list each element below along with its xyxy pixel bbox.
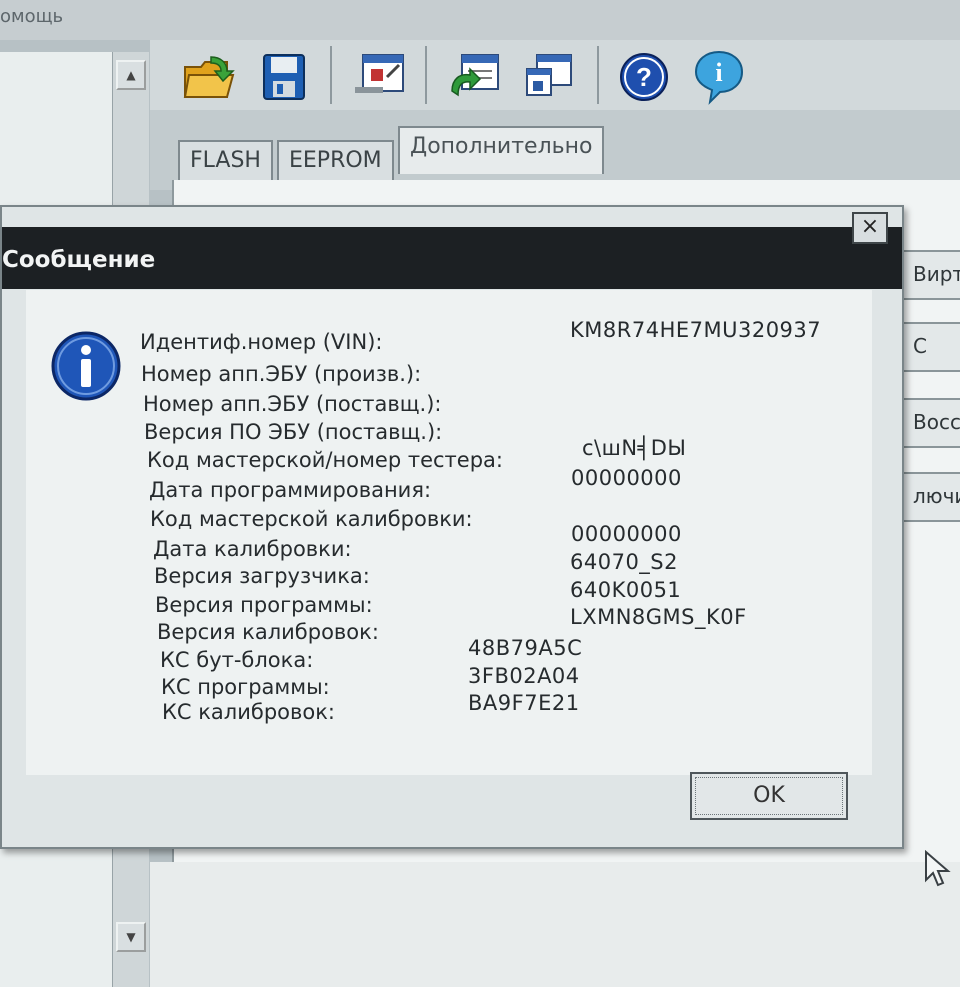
field-label-calibration-workshop: Код мастерской калибровки:: [150, 507, 473, 531]
tab-additional[interactable]: Дополнительно: [398, 126, 605, 174]
field-value-calibration-version: LXMN8GMS_K0F: [570, 605, 747, 629]
close-button[interactable]: ×: [852, 212, 888, 244]
field-label-programming-date: Дата программирования:: [149, 478, 432, 502]
about-button[interactable]: i: [690, 48, 748, 106]
svg-text:?: ?: [636, 62, 652, 92]
field-label-program-version: Версия программы:: [155, 593, 373, 617]
close-icon: ×: [860, 214, 880, 239]
field-label-program-checksum: КС программы:: [161, 675, 330, 699]
windows-button[interactable]: [520, 48, 578, 106]
open-folder-icon: [183, 56, 235, 98]
mouse-cursor-icon: [925, 850, 951, 887]
field-label-calibration-date: Дата калибровки:: [153, 537, 352, 561]
field-value-programming-date: 00000000: [571, 466, 682, 490]
menu-bar: омощь: [0, 0, 960, 40]
field-label-bootloader-version: Версия загрузчика:: [154, 564, 370, 588]
settings-window-icon: [355, 54, 404, 93]
dialog-title: Сообщение: [2, 247, 156, 273]
field-value-calibration-date: 00000000: [571, 522, 682, 546]
menu-help[interactable]: омощь: [0, 6, 63, 27]
refresh-window-icon: [451, 54, 499, 97]
svg-text:i: i: [715, 58, 722, 87]
field-value-workshop-code: c\шN╡DЫ: [582, 436, 687, 460]
field-value-program-version: 640K0051: [570, 578, 682, 602]
field-label-ecu-hw-supplier: Номер апп.ЭБУ (поставщ.):: [143, 392, 442, 416]
info-icon: i: [694, 50, 744, 105]
scroll-down-button[interactable]: ▼: [116, 922, 146, 952]
scroll-up-button[interactable]: ▲: [116, 60, 146, 90]
help-icon: ?: [620, 53, 668, 101]
help-button[interactable]: ?: [615, 48, 673, 106]
save-disk-icon: [263, 54, 305, 100]
field-value-boot-checksum: 48B79A5C: [468, 636, 583, 660]
field-label-vin: Идентиф.номер (VIN):: [140, 330, 383, 354]
refresh-button[interactable]: [445, 48, 503, 106]
field-label-workshop-code: Код мастерской/номер тестера:: [147, 448, 503, 472]
field-label-boot-checksum: КС бут-блока:: [160, 648, 314, 672]
save-button[interactable]: [255, 48, 313, 106]
field-value-vin: KM8R74HE7MU320937: [570, 318, 822, 342]
windows-icon: [526, 54, 572, 96]
field-label-calibration-checksum: КС калибровок:: [162, 700, 335, 724]
field-label-ecu-hw-mfr: Номер апп.ЭБУ (произв.):: [141, 362, 422, 386]
field-value-bootloader-version: 64070_S2: [570, 550, 678, 574]
tab-flash[interactable]: FLASH: [178, 140, 273, 180]
ok-button[interactable]: OK: [690, 772, 848, 820]
field-label-calibration-version: Версия калибровок:: [157, 620, 379, 644]
information-icon: [51, 331, 121, 401]
bottom-panel: [150, 862, 960, 987]
field-label-ecu-sw-supplier: Версия ПО ЭБУ (поставщ.):: [144, 420, 443, 444]
field-value-calibration-checksum: BA9F7E21: [468, 691, 580, 715]
tab-eeprom[interactable]: EEPROM: [277, 140, 394, 180]
settings-button[interactable]: [350, 48, 408, 106]
open-button[interactable]: [180, 48, 238, 106]
field-value-program-checksum: 3FB02A04: [468, 664, 580, 688]
dialog-titlebar[interactable]: Сообщение: [2, 227, 902, 289]
